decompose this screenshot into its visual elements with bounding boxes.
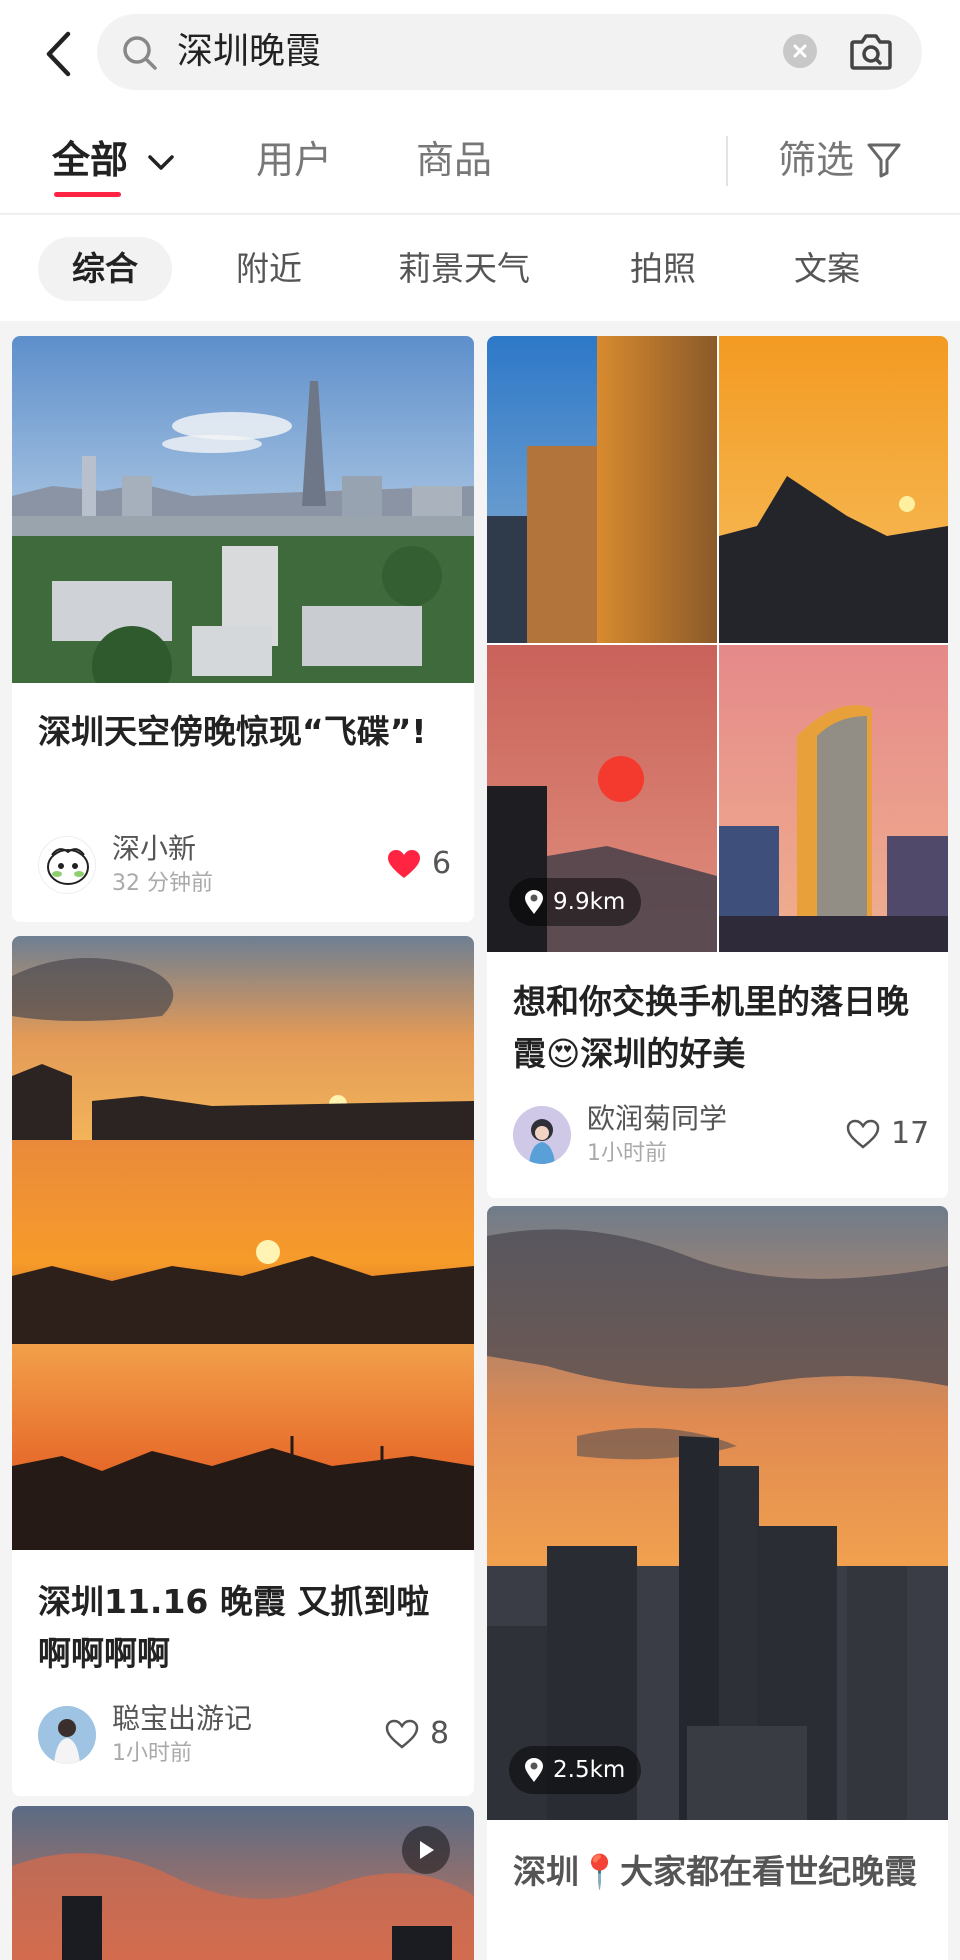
filter-button[interactable]: 筛选 [778, 134, 902, 186]
post-image [12, 1806, 474, 1960]
distance-text: 2.5km [553, 1757, 626, 1783]
post-card[interactable] [12, 1806, 474, 1960]
post-card[interactable]: 深圳11.16 晚霞 又抓到啦啊啊啊啊 聪宝出游记 1小时前 8 [12, 936, 474, 1796]
author-name[interactable]: 深小新 [112, 832, 196, 866]
category-tabs: 全部 用户 商品 筛选 [0, 110, 960, 214]
heart-filled-icon [388, 849, 420, 878]
post-title: 深圳📍大家都在看世纪晚霞 [513, 1852, 918, 1891]
close-icon [793, 44, 807, 58]
like-button[interactable]: 17 [845, 1116, 929, 1151]
tab-products[interactable]: 商品 [416, 134, 492, 186]
post-time: 1小时前 [587, 1141, 667, 1166]
like-button[interactable]: 6 [386, 846, 451, 881]
post-image [487, 336, 948, 952]
distance-text: 9.9km [553, 889, 626, 915]
like-button[interactable]: 8 [384, 1716, 449, 1751]
post-image [12, 336, 474, 683]
post-card[interactable]: 9.9km 想和你交换手机里的落日晚霞😍深圳的好美 欧润菊同学 1小时前 17 [487, 336, 948, 1198]
distance-badge: 2.5km [509, 1746, 642, 1794]
filter-label: 筛选 [778, 138, 855, 182]
search-input[interactable]: 深圳晚霞 [97, 14, 922, 90]
author-name[interactable]: 聪宝出游记 [112, 1702, 252, 1736]
play-icon [420, 1841, 434, 1859]
location-pin-icon [525, 1758, 543, 1782]
heart-outline-icon [846, 1119, 880, 1149]
tab-label: 全部 [52, 138, 129, 182]
clear-search-button[interactable] [783, 34, 817, 68]
back-arrow-icon [46, 31, 71, 77]
post-card[interactable]: 深圳天空傍晚惊现“飞碟”! 深小新 32 分钟前 6 [12, 336, 474, 922]
post-image [487, 1206, 948, 1820]
avatar[interactable] [38, 836, 96, 894]
like-count: 17 [891, 1116, 930, 1151]
location-pin-icon [525, 890, 543, 914]
heart-outline-icon [385, 1719, 419, 1749]
sort-chips: 综合 附近 莉景天气 拍照 文案 [0, 215, 960, 321]
post-time: 1小时前 [112, 1741, 192, 1766]
chip-weather[interactable]: 莉景天气 [398, 237, 530, 301]
tab-users[interactable]: 用户 [256, 134, 332, 186]
post-title: 深圳11.16 晚霞 又抓到啦啊啊啊啊 [38, 1582, 430, 1673]
chip-nearby[interactable]: 附近 [236, 237, 302, 301]
chevron-down-icon [148, 154, 174, 170]
like-count: 6 [432, 846, 452, 881]
active-tab-indicator [54, 192, 121, 197]
distance-badge: 9.9km [509, 878, 642, 926]
tab-divider [726, 136, 728, 186]
search-query[interactable]: 深圳晚霞 [177, 28, 321, 76]
play-button[interactable] [402, 1826, 450, 1874]
avatar[interactable] [513, 1106, 571, 1164]
post-card[interactable]: 2.5km 深圳📍大家都在看世纪晚霞 [487, 1206, 948, 1960]
avatar[interactable] [38, 1706, 96, 1764]
filter-icon [867, 143, 901, 178]
search-icon [123, 36, 157, 70]
like-count: 8 [430, 1716, 450, 1751]
author-name[interactable]: 欧润菊同学 [587, 1102, 727, 1136]
chip-copywriting[interactable]: 文案 [794, 237, 860, 301]
post-time: 32 分钟前 [112, 871, 213, 896]
camera-search-icon[interactable] [849, 30, 893, 72]
chip-comprehensive[interactable]: 综合 [38, 237, 172, 301]
chip-photo[interactable]: 拍照 [630, 237, 696, 301]
top-bar: 深圳晚霞 [0, 0, 960, 110]
post-image [12, 936, 474, 1550]
post-title: 想和你交换手机里的落日晚霞😍深圳的好美 [513, 982, 909, 1073]
tab-all[interactable]: 全部 [52, 134, 175, 186]
back-button[interactable] [36, 26, 80, 82]
post-title: 深圳天空傍晚惊现“飞碟”! [38, 712, 427, 751]
